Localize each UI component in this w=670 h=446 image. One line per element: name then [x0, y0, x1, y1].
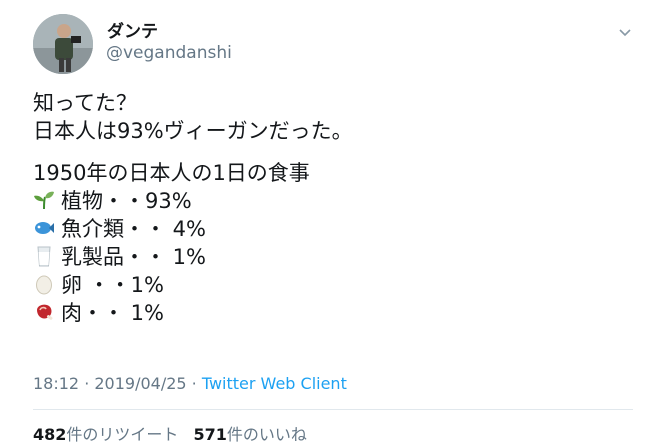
- tweet-heading: 1950年の日本人の1日の食事: [33, 161, 310, 185]
- item-text: 乳製品・・ 1%: [61, 245, 206, 269]
- fish-icon: [35, 222, 54, 234]
- list-item: 乳製品・・ 1%: [33, 243, 633, 271]
- tweet-line: 知ってた？: [33, 91, 137, 115]
- avatar[interactable]: [33, 14, 93, 74]
- retweets-count: 482: [33, 425, 67, 444]
- list-item: 植物・・93%: [33, 187, 633, 215]
- author-display-name[interactable]: ダンテ: [107, 17, 158, 42]
- likes-label: 件のいいね: [226, 425, 307, 444]
- item-text: 植物・・93%: [61, 189, 192, 213]
- item-text: 魚介類・・ 4%: [61, 217, 206, 241]
- chevron-down-icon[interactable]: [617, 27, 633, 39]
- tweet-stats: 482件のリツイート 571件のいいね: [33, 421, 317, 445]
- tweet-line: 日本人は93%ヴィーガンだった。: [33, 119, 353, 143]
- milk-glass-icon: [37, 246, 51, 267]
- tweet-meta: 18:12 · 2019/04/25 · Twitter Web Client: [33, 374, 347, 393]
- retweets-label: 件のリツイート: [66, 425, 179, 444]
- item-text: 肉・・ 1%: [61, 301, 164, 325]
- author-handle[interactable]: @vegandanshi: [106, 43, 232, 63]
- client-link[interactable]: Twitter Web Client: [202, 374, 347, 393]
- tweet-text: 知ってた？ 日本人は93%ヴィーガンだった。 1950年の日本人の1日の食事 植…: [33, 89, 633, 327]
- list-item: 肉・・ 1%: [33, 299, 633, 327]
- list-item: 卵 ・・1%: [33, 271, 633, 299]
- meat-icon: [37, 304, 53, 320]
- list-item: 魚介類・・ 4%: [33, 215, 633, 243]
- divider: [33, 409, 633, 410]
- egg-icon: [36, 275, 52, 295]
- timestamp[interactable]: 18:12 · 2019/04/25 ·: [33, 374, 202, 393]
- likes-count: 571: [193, 425, 227, 444]
- likes-stat[interactable]: 571件のいいね: [194, 425, 307, 444]
- retweets-stat[interactable]: 482件のリツイート: [33, 425, 178, 444]
- item-text: 卵 ・・1%: [61, 273, 164, 297]
- seedling-icon: [34, 191, 54, 210]
